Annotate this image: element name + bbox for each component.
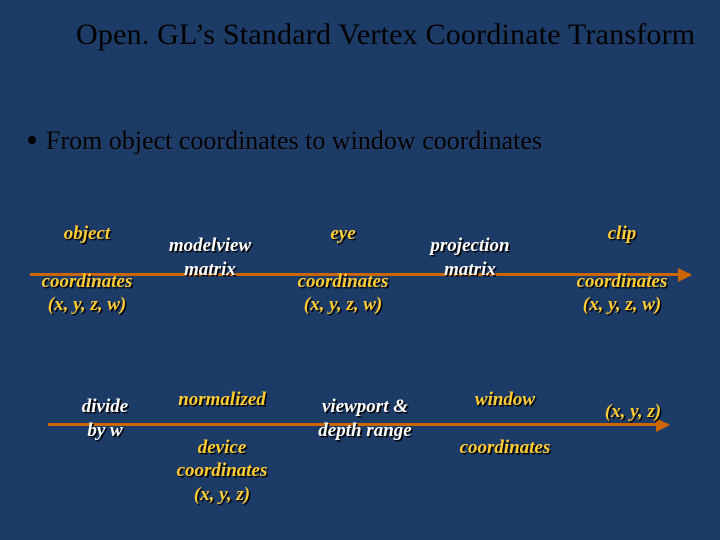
bullet-dot-icon: [28, 136, 36, 144]
bullet-text: From object coordinates to window coordi…: [46, 126, 542, 156]
page-title: Open. GL’s Standard Vertex Coordinate Tr…: [76, 18, 695, 53]
stage-clip: clip coordinates (x, y, z, w): [562, 222, 682, 317]
box-projection: projection matrix: [415, 234, 525, 282]
box-divide-by-w: divide by w: [60, 395, 150, 443]
stage-window: window coordinates: [440, 388, 570, 459]
stage-object: object coordinates (x, y, z, w): [32, 222, 142, 317]
box-modelview: modelview matrix: [155, 234, 265, 282]
stage-window-xyz: (x, y, z): [588, 400, 678, 424]
stage-eye: eye coordinates (x, y, z, w): [288, 222, 398, 317]
slide: Open. GL’s Standard Vertex Coordinate Tr…: [0, 0, 720, 540]
stage-ndc: normalized device coordinates (x, y, z): [162, 388, 282, 507]
box-viewport: viewport & depth range: [300, 395, 430, 443]
bullet-item: From object coordinates to window coordi…: [28, 126, 542, 156]
